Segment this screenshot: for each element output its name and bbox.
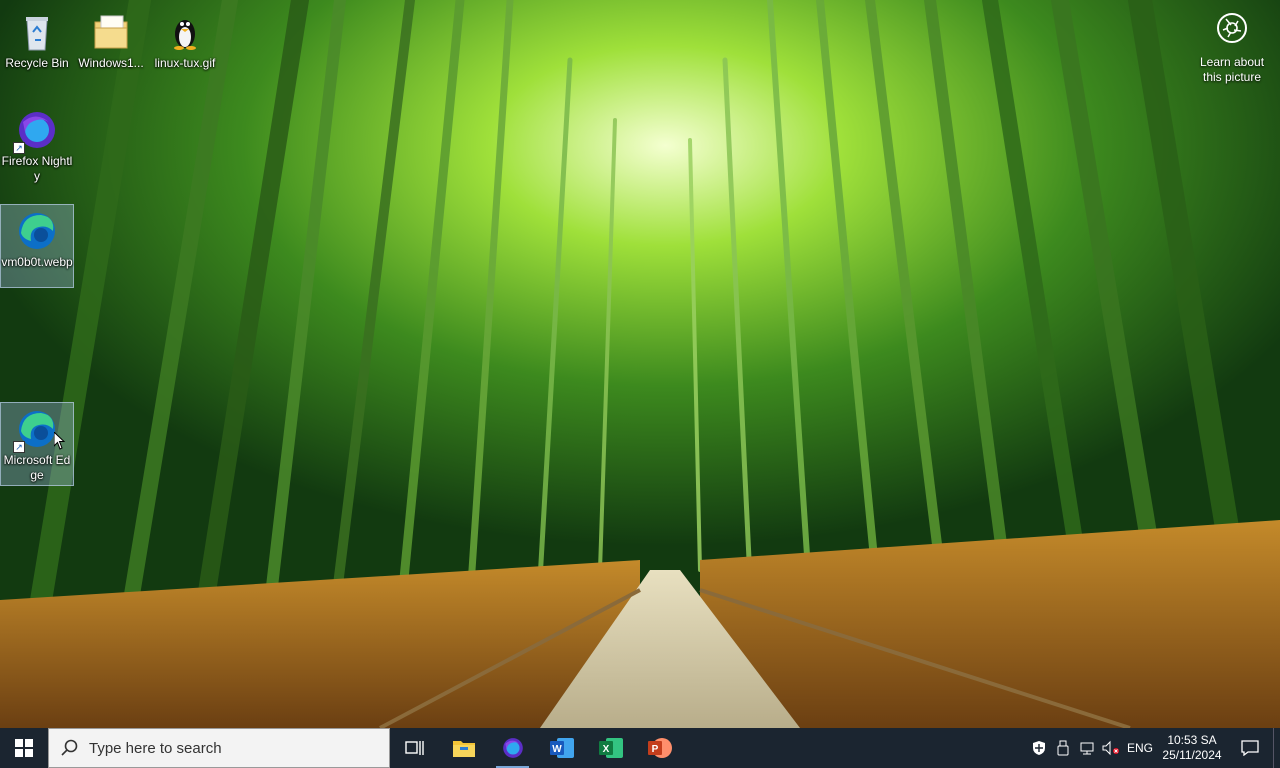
svg-text:X: X [602, 744, 609, 755]
folder-icon [89, 10, 133, 54]
taskbar-excel[interactable]: X [586, 728, 635, 768]
start-button[interactable] [0, 728, 48, 768]
taskbar-file-explorer[interactable] [439, 728, 488, 768]
firefox-nightly-icon: ↗ [13, 108, 59, 154]
action-center-button[interactable] [1227, 728, 1273, 768]
taskbar: Type here to search W X P ENG 10:53 SA 2… [0, 728, 1280, 768]
desktop-icon-label: linux-tux.gif [154, 56, 216, 70]
taskbar-word[interactable]: W [537, 728, 586, 768]
usb-device-icon[interactable] [1051, 728, 1075, 768]
recycle-bin-icon [15, 10, 59, 54]
security-shield-icon[interactable] [1027, 728, 1051, 768]
show-desktop-button[interactable] [1273, 728, 1280, 768]
shortcut-arrow-icon: ↗ [13, 441, 25, 453]
tux-penguin-icon [163, 10, 207, 54]
file-explorer-icon [452, 741, 475, 757]
desktop-icon-label: Microsoft Edge [3, 453, 71, 482]
task-view-icon [404, 741, 424, 755]
desktop-icon-windows-folder[interactable]: Windows1... [74, 6, 148, 71]
shortcut-arrow-icon: ↗ [13, 142, 25, 154]
network-icon[interactable] [1075, 728, 1099, 768]
search-icon [61, 739, 78, 756]
desktop-icon-firefox-nightly[interactable]: ↗ Firefox Nightly [0, 104, 74, 184]
learn-about-label: Learn about this picture [1199, 55, 1265, 84]
desktop-icon-recycle-bin[interactable]: Recycle Bin [0, 6, 74, 71]
desktop-icon-label: Windows1... [78, 56, 144, 70]
notification-icon [1241, 740, 1259, 756]
learn-about-picture[interactable]: Learn about this picture [1192, 12, 1272, 85]
word-icon: W [549, 738, 574, 758]
system-tray: ENG 10:53 SA 25/11/2024 [1027, 728, 1280, 768]
svg-text:P: P [651, 744, 658, 755]
search-placeholder: Type here to search [89, 739, 222, 757]
firefox-nightly-icon [502, 738, 523, 758]
edge-icon: ↗ [13, 407, 59, 453]
clock-time: 10:53 SA [1167, 733, 1217, 747]
taskbar-firefox-nightly[interactable] [488, 728, 537, 768]
clock-date: 25/11/2024 [1162, 748, 1222, 762]
excel-icon: X [598, 738, 623, 758]
desktop-icon-linux-tux[interactable]: linux-tux.gif [148, 6, 222, 71]
task-view-button[interactable] [390, 728, 439, 768]
mouse-cursor-icon [53, 430, 66, 455]
desktop-icon-vm0b0t-webp[interactable]: vm0b0t.webp [0, 204, 74, 288]
search-box[interactable]: Type here to search [48, 728, 390, 768]
edge-icon [15, 209, 59, 253]
camera-icon [1216, 12, 1248, 49]
desktop-icon-label: Firefox Nightly [1, 154, 73, 183]
desktop-icon-label: vm0b0t.webp [1, 255, 73, 269]
clock[interactable]: 10:53 SA 25/11/2024 [1157, 733, 1227, 763]
powerpoint-icon: P [647, 738, 672, 758]
taskbar-powerpoint[interactable]: P [635, 728, 684, 768]
input-language[interactable]: ENG [1123, 741, 1157, 755]
desktop-icon-label: Recycle Bin [5, 56, 69, 70]
svg-text:W: W [552, 744, 562, 755]
desktop-wallpaper [0, 0, 1280, 728]
volume-muted-icon[interactable] [1099, 728, 1123, 768]
windows-logo-icon [15, 739, 33, 757]
